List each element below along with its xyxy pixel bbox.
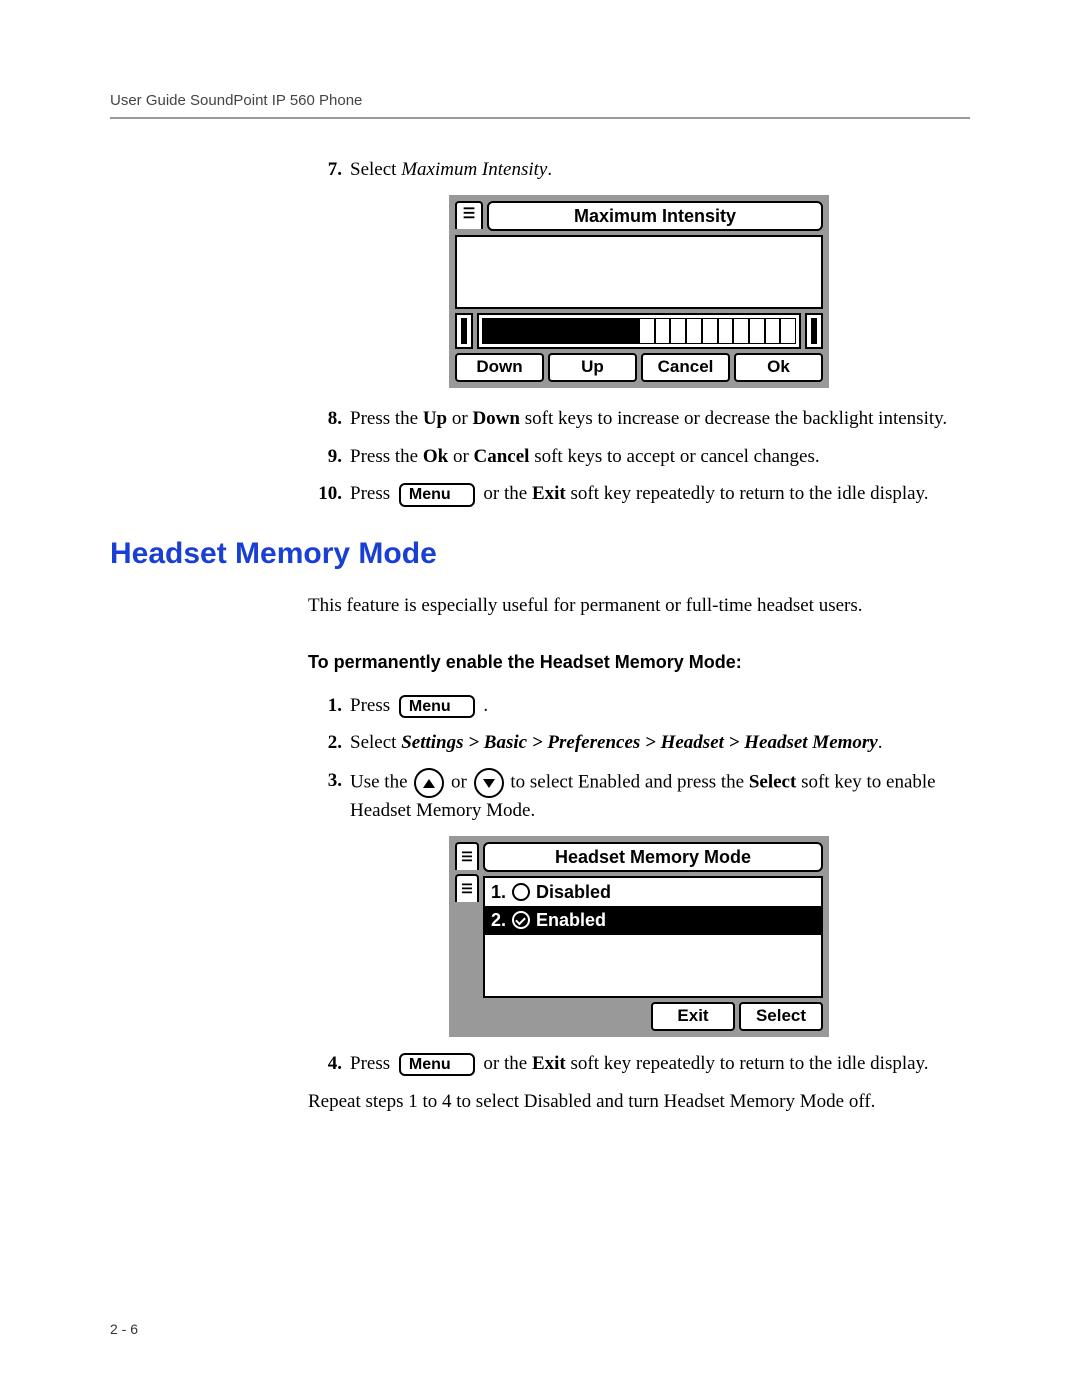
step-number: 9.	[308, 444, 350, 470]
text: .	[547, 159, 552, 180]
step-10: 10. Press Menu or the Exit soft key repe…	[308, 481, 970, 507]
lcd-list: 1. Disabled 2. Enabled	[483, 876, 823, 998]
softkey-down[interactable]: Down	[455, 353, 544, 382]
text: .	[878, 732, 883, 753]
step-number: 7.	[308, 157, 350, 183]
section-intro: This feature is especially useful for pe…	[308, 593, 970, 619]
radio-checked-icon	[512, 911, 530, 929]
text: or the	[483, 483, 532, 504]
text: soft key repeatedly to return to the idl…	[566, 1053, 929, 1074]
text: or	[451, 771, 472, 792]
step-number: 3.	[308, 768, 350, 824]
text-bold: Up	[423, 408, 447, 429]
menu-button[interactable]: Menu	[399, 483, 475, 507]
step-9: 9. Press the Ok or Cancel soft keys to a…	[308, 444, 970, 470]
text: or	[447, 408, 472, 429]
text: Press the	[350, 408, 423, 429]
step-1: 1. Press Menu .	[308, 693, 970, 719]
text-bold: Select	[749, 771, 796, 792]
text-bold: Exit	[532, 1053, 566, 1074]
text-bold: Down	[472, 408, 520, 429]
text-italic: Maximum Intensity	[401, 159, 547, 180]
text: Select	[350, 159, 401, 180]
list-item-disabled[interactable]: 1. Disabled	[485, 878, 821, 906]
radio-unchecked-icon	[512, 883, 530, 901]
text-bold: Cancel	[474, 446, 530, 467]
section-title: Headset Memory Mode	[110, 537, 970, 571]
text: soft key repeatedly to return to the idl…	[566, 483, 929, 504]
sub-heading: To permanently enable the Headset Memory…	[308, 650, 970, 674]
intensity-bar	[477, 313, 801, 349]
text: Press the	[350, 446, 423, 467]
arrow-up-icon[interactable]	[414, 768, 444, 798]
lcd-title: Headset Memory Mode	[483, 842, 823, 872]
text: Press	[350, 695, 395, 716]
list-item-enabled[interactable]: 2. Enabled	[485, 906, 821, 934]
step-number: 1.	[308, 693, 350, 719]
item-prefix: 2.	[491, 908, 506, 932]
text: Press	[350, 483, 395, 504]
item-label: Disabled	[536, 880, 611, 904]
step-number: 4.	[308, 1051, 350, 1077]
tab-icon: ☰	[455, 874, 479, 902]
lcd-headset-memory-mode: ☰ ☰ Headset Memory Mode 1. Disabled 2. E…	[449, 836, 829, 1037]
menu-button[interactable]: Menu	[399, 1053, 475, 1077]
text-bold: Ok	[423, 446, 448, 467]
lcd-blank-area	[455, 235, 823, 309]
step-7: 7. Select Maximum Intensity.	[308, 157, 970, 183]
step-number: 10.	[308, 481, 350, 507]
text: soft keys to increase or decrease the ba…	[520, 408, 947, 429]
softkey-up[interactable]: Up	[548, 353, 637, 382]
item-label: Enabled	[536, 908, 606, 932]
lcd-max-intensity: ☰ Maximum Intensity Down Up Cancel Ok	[449, 195, 829, 388]
step-8: 8. Press the Up or Down soft keys to inc…	[308, 406, 970, 432]
lcd-title: Maximum Intensity	[487, 201, 823, 231]
step-number: 2.	[308, 730, 350, 756]
text: or the	[483, 1053, 532, 1074]
arrow-down-icon[interactable]	[474, 768, 504, 798]
text: to select Enabled and press the	[510, 771, 748, 792]
running-header: User Guide SoundPoint IP 560 Phone	[110, 92, 970, 117]
menu-button[interactable]: Menu	[399, 695, 475, 719]
header-rule	[110, 117, 970, 119]
step-number: 8.	[308, 406, 350, 432]
item-prefix: 1.	[491, 880, 506, 904]
text: Use the	[350, 771, 412, 792]
repeat-note: Repeat steps 1 to 4 to select Disabled a…	[308, 1089, 970, 1115]
bar-right-cap	[805, 313, 823, 349]
text: Select	[350, 732, 401, 753]
step-2: 2. Select Settings > Basic > Preferences…	[308, 730, 970, 756]
softkey-ok[interactable]: Ok	[734, 353, 823, 382]
page-number: 2 - 6	[110, 1321, 138, 1337]
text: or	[448, 446, 473, 467]
text-bolditalic: Settings > Basic > Preferences > Headset…	[401, 732, 878, 753]
tab-icon: ☰	[455, 201, 483, 229]
text: .	[483, 695, 488, 716]
step-4: 4. Press Menu or the Exit soft key repea…	[308, 1051, 970, 1077]
tab-icon: ☰	[455, 842, 479, 870]
softkey-cancel[interactable]: Cancel	[641, 353, 730, 382]
bar-left-cap	[455, 313, 473, 349]
text-bold: Exit	[532, 483, 566, 504]
text: Press	[350, 1053, 395, 1074]
text: soft keys to accept or cancel changes.	[529, 446, 819, 467]
softkey-exit[interactable]: Exit	[651, 1002, 735, 1031]
step-3: 3. Use the or to select Enabled and pres…	[308, 768, 970, 824]
softkey-select[interactable]: Select	[739, 1002, 823, 1031]
